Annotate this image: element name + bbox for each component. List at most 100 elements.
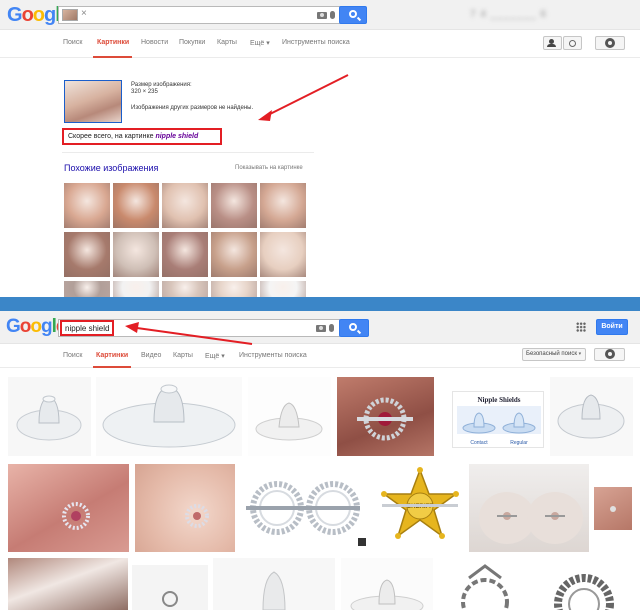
show-on-image-link[interactable]: Показывать на картинке [235,165,303,171]
no-other-sizes-text: Изображения других размеров не найдены. [131,105,254,111]
tab-images[interactable]: Картинки [96,352,128,359]
similar-image-thumb[interactable] [211,183,257,228]
bottom-search-button[interactable] [339,319,369,337]
bottom-settings-button[interactable] [594,348,625,361]
arrowhead-top-icon [258,110,272,121]
sign-in-button[interactable]: Войти [596,319,628,335]
tab-maps[interactable]: Карты [173,352,193,359]
top-search-button[interactable] [339,6,367,24]
result-image[interactable] [8,558,128,610]
similar-image-thumb[interactable] [260,232,306,277]
result-image[interactable] [536,558,632,610]
result-image[interactable] [550,377,633,456]
active-tab-indicator [93,56,132,58]
top-search-input[interactable]: × [58,6,341,24]
nipple-shield-picture [557,394,625,439]
microphone-icon[interactable] [329,324,334,332]
logo-letter: o [32,4,45,26]
tab-shopping[interactable]: Покупки [179,39,205,46]
active-tab-indicator [93,366,131,368]
gear-icon [606,39,614,47]
tab-more[interactable]: Ещё ▾ [250,39,270,47]
result-image[interactable] [439,558,532,610]
regular-label: Regular [510,440,528,446]
result-image[interactable] [8,377,91,456]
result-image[interactable] [469,464,589,552]
similar-image-thumb[interactable] [162,183,208,228]
chevron-down-icon: ▾ [578,351,582,357]
settings-button[interactable] [595,36,625,50]
nipple-shield-picture [262,571,286,610]
tab-news[interactable]: Новости [141,39,168,46]
result-image[interactable]: SHERIFF [376,464,464,552]
query-highlight: nipple shield [60,320,114,336]
nipple-jewelry-picture [62,502,90,530]
similar-image-thumb[interactable] [113,183,159,228]
best-guess-prefix: Скорее всего, на картинке [68,133,154,140]
tab-more[interactable]: Ещё ▾ [205,352,225,360]
microphone-icon[interactable] [330,11,335,19]
image-size-value: 320 × 235 [131,89,158,95]
personal-results-button[interactable] [543,36,562,50]
similar-image-thumb[interactable] [260,183,306,228]
similar-image-thumb[interactable] [64,183,110,228]
tab-maps[interactable]: Карты [217,39,237,46]
search-icon [349,323,357,331]
logo-letter: o [30,316,42,337]
tab-search-tools[interactable]: Инструменты поиска [239,352,307,359]
gear-icon [606,350,614,358]
body-picture [479,492,583,544]
similar-image-thumb[interactable] [64,281,110,297]
best-guess-highlight: Скорее всего, на картинке nipple shield [62,128,222,145]
nipple-jewelry-picture [185,504,209,528]
camera-icon[interactable] [317,12,327,19]
result-image[interactable] [132,565,208,610]
best-guess-link[interactable]: nipple shield [155,133,198,140]
similar-image-thumb[interactable] [162,232,208,277]
safe-search-dropdown[interactable]: Безопасный поиск ▾ [522,348,586,361]
tab-search[interactable]: Поиск [63,352,82,359]
tab-search[interactable]: Поиск [63,39,82,46]
similar-image-thumb[interactable] [211,281,257,297]
apps-grid-icon[interactable] [576,322,586,332]
bottom-google-logo[interactable]: Google [6,316,66,337]
camera-icon[interactable] [316,325,326,332]
query-image-thumbnail[interactable] [64,80,122,123]
result-image[interactable] [594,487,632,530]
search-icon [349,10,357,18]
result-image[interactable]: Nipple Shields Contact Regular [452,391,544,448]
result-image[interactable] [240,464,370,552]
bottom-search-input[interactable]: nipple shield [58,319,340,337]
nipple-shield-picture [350,579,424,610]
contact-label: Contact [470,440,488,446]
logo-letter: o [19,316,32,337]
search-query-text: nipple shield [65,324,110,333]
similar-image-thumb[interactable] [211,232,257,277]
nipple-jewelry-picture [162,591,178,607]
logo-letter: g [44,4,56,26]
nipple-shield-picture [16,395,82,441]
result-image[interactable] [135,464,235,552]
similar-image-thumb[interactable] [113,232,159,277]
result-image[interactable] [8,464,129,552]
result-image[interactable] [341,558,433,610]
query-image-chip [62,9,78,21]
hide-personal-results-button[interactable] [563,36,582,50]
tab-images[interactable]: Картинки [97,39,129,46]
result-image[interactable] [96,377,242,456]
nipple-shield-picture [255,402,323,441]
result-image[interactable] [337,377,434,456]
nipple-ring-pair-picture [246,481,366,546]
similar-image-thumb[interactable] [64,232,110,277]
similar-image-thumb[interactable] [113,281,159,297]
similar-image-thumb[interactable] [162,281,208,297]
tab-search-tools[interactable]: Инструменты поиска [282,39,350,46]
similar-images-heading[interactable]: Похожие изображения [64,163,158,173]
nipple-jewelry-picture [357,397,413,441]
similar-image-thumb[interactable] [260,281,306,297]
result-image[interactable] [248,377,331,456]
result-image[interactable] [213,558,335,610]
chip-close-icon[interactable]: × [81,8,87,19]
tab-video[interactable]: Видео [141,352,161,359]
globe-icon [569,40,576,47]
